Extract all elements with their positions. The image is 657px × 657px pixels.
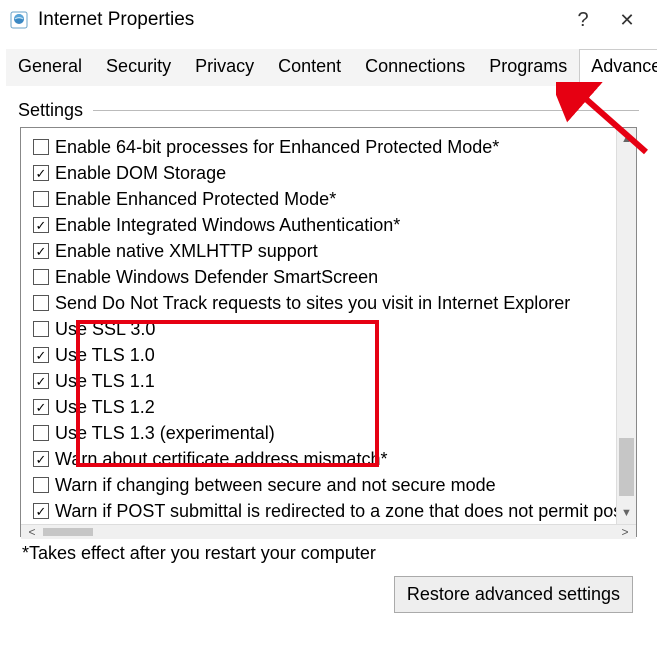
checkbox[interactable] <box>33 451 49 467</box>
list-item: Use TLS 1.2 <box>33 394 616 420</box>
scroll-up-icon[interactable]: ▲ <box>617 128 636 150</box>
tab-advanced[interactable]: Advanced <box>579 49 657 86</box>
settings-list[interactable]: Enable 64-bit processes for Enhanced Pro… <box>21 128 616 524</box>
checkbox[interactable] <box>33 217 49 233</box>
list-item: Warn if changing between secure and not … <box>33 472 616 498</box>
restart-note: *Takes effect after you restart your com… <box>22 543 635 564</box>
scroll-track[interactable] <box>43 525 614 539</box>
tab-content-area: Settings Enable 64-bit processes for Enh… <box>0 86 657 613</box>
tab-programs[interactable]: Programs <box>477 49 579 86</box>
list-item: Use TLS 1.0 <box>33 342 616 368</box>
list-item: Enable Integrated Windows Authentication… <box>33 212 616 238</box>
scroll-down-icon[interactable]: ▼ <box>617 502 636 524</box>
list-item: Use TLS 1.1 <box>33 368 616 394</box>
scroll-track[interactable] <box>617 150 636 502</box>
list-item: Send Do Not Track requests to sites you … <box>33 290 616 316</box>
list-item: Warn if POST submittal is redirected to … <box>33 498 616 524</box>
tab-security[interactable]: Security <box>94 49 183 86</box>
tab-general[interactable]: General <box>6 49 94 86</box>
scroll-thumb[interactable] <box>43 528 93 536</box>
help-button[interactable]: ? <box>561 9 605 32</box>
list-item: Enable Windows Defender SmartScreen <box>33 264 616 290</box>
scroll-right-icon[interactable]: > <box>614 525 636 539</box>
checkbox[interactable] <box>33 165 49 181</box>
close-button[interactable]: ✕ <box>605 10 649 31</box>
list-item: Enable Enhanced Protected Mode* <box>33 186 616 212</box>
checkbox[interactable] <box>33 503 49 519</box>
window-title: Internet Properties <box>38 9 561 31</box>
checkbox[interactable] <box>33 399 49 415</box>
scroll-left-icon[interactable]: < <box>21 525 43 539</box>
internet-options-icon <box>8 9 30 31</box>
scroll-thumb[interactable] <box>619 438 634 496</box>
checkbox[interactable] <box>33 373 49 389</box>
vertical-scrollbar[interactable]: ▲ ▼ <box>616 128 636 524</box>
checkbox[interactable] <box>33 347 49 363</box>
horizontal-scrollbar[interactable]: < > <box>21 524 636 539</box>
checkbox[interactable] <box>33 425 49 441</box>
tab-strip: General Security Privacy Content Connect… <box>6 48 651 86</box>
checkbox[interactable] <box>33 139 49 155</box>
list-item: Use SSL 3.0 <box>33 316 616 342</box>
checkbox[interactable] <box>33 321 49 337</box>
tab-privacy[interactable]: Privacy <box>183 49 266 86</box>
divider <box>93 110 639 111</box>
list-item: Warn about certificate address mismatch* <box>33 446 616 472</box>
checkbox[interactable] <box>33 269 49 285</box>
titlebar: Internet Properties ? ✕ <box>0 0 657 40</box>
list-item: Enable 64-bit processes for Enhanced Pro… <box>33 134 616 160</box>
list-item: Enable DOM Storage <box>33 160 616 186</box>
tab-connections[interactable]: Connections <box>353 49 477 86</box>
settings-group-label: Settings <box>18 100 93 121</box>
tab-content[interactable]: Content <box>266 49 353 86</box>
list-item: Use TLS 1.3 (experimental) <box>33 420 616 446</box>
settings-group-header: Settings <box>18 100 639 121</box>
checkbox[interactable] <box>33 243 49 259</box>
restore-advanced-settings-button[interactable]: Restore advanced settings <box>394 576 633 613</box>
checkbox[interactable] <box>33 191 49 207</box>
checkbox[interactable] <box>33 295 49 311</box>
list-item: Enable native XMLHTTP support <box>33 238 616 264</box>
checkbox[interactable] <box>33 477 49 493</box>
settings-listbox: Enable 64-bit processes for Enhanced Pro… <box>20 127 637 537</box>
